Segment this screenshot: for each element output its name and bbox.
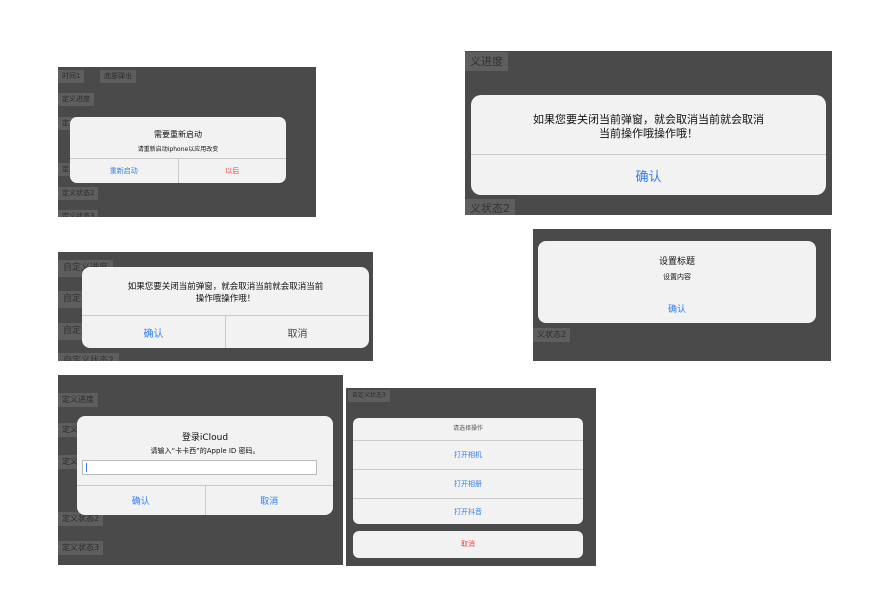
alert-message: 设置内容 — [663, 273, 691, 281]
bg-button: 自定义状态2 — [58, 353, 119, 361]
cancel-button[interactable]: 取消 — [225, 316, 369, 348]
alert-message: 如果您要关闭当前弹窗，就会取消当前就会取消当前操作哦操作哦！ — [533, 113, 764, 140]
bg-button: 时间1 — [58, 70, 85, 83]
bg-button: 底部弹出 — [100, 70, 136, 83]
bg-button: 自定义状态3 — [348, 390, 390, 402]
bg-button: 定义状态3 — [58, 541, 104, 555]
screenshot-login-alert: 定义进度 定义 定义 定义状态2 定义状态3 登录iCloud 请输入“卡卡西”… — [58, 375, 343, 565]
sheet-action-douyin[interactable]: 打开抖音 — [353, 498, 583, 524]
confirm-alert: 如果您要关闭当前弹窗，就会取消当前就会取消当前操作哦操作哦！ 确认 — [471, 95, 826, 195]
bg-button: 义状态2 — [533, 328, 571, 342]
sheet-action-camera[interactable]: 打开相机 — [353, 440, 583, 469]
alert-title: 登录iCloud — [181, 433, 229, 443]
sheet-cancel-button[interactable]: 取消 — [353, 531, 583, 558]
later-button[interactable]: 以后 — [177, 159, 287, 183]
confirm-button[interactable]: 确认 — [471, 155, 826, 195]
screenshot-confirm-alert: 义进度 义状态2 如果您要关闭当前弹窗，就会取消当前就会取消当前操作哦操作哦！ … — [465, 51, 832, 215]
sheet-title: 请选择操作 — [452, 425, 483, 432]
restart-button[interactable]: 重新启动 — [70, 159, 178, 183]
alert-message: 请输入“卡卡西”的Apple ID 密码。 — [150, 447, 260, 455]
text-cursor — [86, 463, 87, 472]
bg-button: 义进度 — [465, 52, 508, 71]
alert-title: 需要重新启动 — [154, 130, 202, 139]
bg-button: 定义状态2 — [58, 187, 99, 200]
screenshot-title-alert: 义状态2 设置标题 设置内容 确认 — [533, 229, 831, 361]
restart-alert: 需要重新启动 请重新启动iphone以应用改变 重新启动 以后 — [70, 117, 286, 183]
cancel-button[interactable]: 取消 — [204, 486, 334, 515]
alert-title: 设置标题 — [658, 257, 695, 267]
bg-button: 定义进度 — [58, 93, 94, 106]
screenshot-action-sheet: 自定义状态3 请选择操作 打开相机 打开相册 打开抖音 取消 — [346, 388, 596, 566]
login-alert: 登录iCloud 请输入“卡卡西”的Apple ID 密码。 确认 取消 — [77, 416, 333, 515]
sheet-action-album[interactable]: 打开相册 — [353, 469, 583, 498]
bg-button: 定义进度 — [58, 393, 98, 407]
confirm-cancel-alert: 如果您要关闭当前弹窗，就会取消当前就会取消当前操作哦操作哦！ 确认 取消 — [82, 267, 369, 348]
title-alert: 设置标题 设置内容 确认 — [538, 241, 816, 323]
confirm-button[interactable]: 确认 — [77, 486, 205, 515]
bg-button: 定义状态3 — [58, 210, 99, 217]
confirm-button[interactable]: 确认 — [538, 293, 816, 323]
action-sheet: 请选择操作 打开相机 打开相册 打开抖音 — [353, 418, 583, 524]
password-field[interactable] — [82, 460, 317, 475]
screenshot-restart-alert: 时间1 底部弹出 定义进度 定义 定义 定义状态2 定义状态3 需要重新启动 请… — [58, 67, 316, 217]
bg-button: 义状态2 — [465, 199, 515, 215]
screenshot-confirm-cancel-alert: 自定义进度 自定义 自定义 自定义状态2 如果您要关闭当前弹窗，就会取消当前就会… — [58, 252, 373, 361]
alert-message: 请重新启动iphone以应用改变 — [137, 146, 219, 153]
alert-message: 如果您要关闭当前弹窗，就会取消当前就会取消当前操作哦操作哦！ — [127, 282, 324, 304]
confirm-button[interactable]: 确认 — [82, 316, 225, 348]
